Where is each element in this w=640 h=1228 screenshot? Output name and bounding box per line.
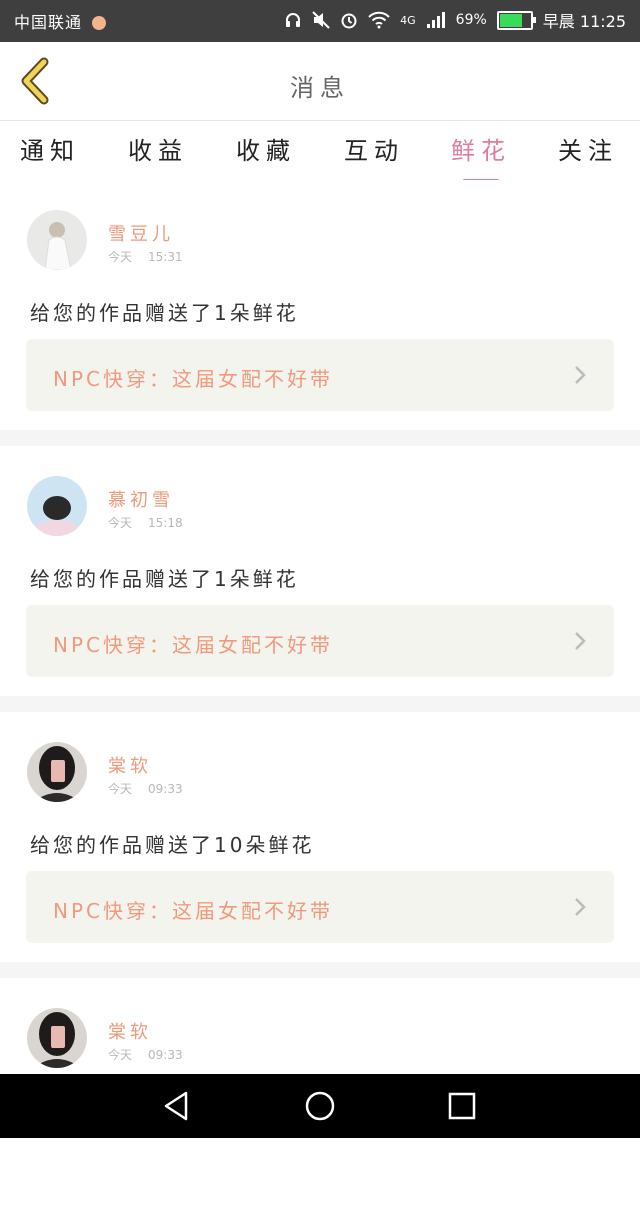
tab-label: 关注 (558, 137, 618, 165)
nav-back-button[interactable] (158, 1088, 194, 1124)
wifi-icon (368, 11, 390, 29)
circle-home-icon (305, 1091, 335, 1121)
tab-label: 收藏 (236, 137, 296, 165)
chevron-right-icon (575, 632, 586, 650)
avatar[interactable] (27, 210, 87, 270)
tab-notice[interactable]: 通知 (0, 131, 100, 166)
timestamp: 今天 09:33 (108, 1046, 199, 1063)
divider (0, 430, 640, 446)
carrier-name: 中国联通 (14, 13, 83, 32)
list-item: 雪豆儿 今天 15:31 给您的作品赠送了1朵鲜花 NPC快穿：这届女配不好带 (0, 180, 640, 430)
time-label: 15:18 (148, 516, 183, 530)
mute-icon (312, 11, 330, 29)
tab-label: 鲜花 (451, 137, 511, 165)
tab-label: 通知 (20, 137, 80, 165)
signal-icon (426, 12, 445, 28)
avatar[interactable] (27, 742, 87, 802)
network-type: 4G (400, 13, 416, 27)
battery-icon (496, 10, 536, 30)
battery-fill (499, 13, 522, 27)
nav-recents-button[interactable] (444, 1088, 480, 1124)
notification-icon (92, 16, 107, 30)
list-item: 慕初雪 今天 15:18 给您的作品赠送了1朵鲜花 NPC快穿：这届女配不好带 (0, 446, 640, 696)
chevron-right-icon (575, 898, 586, 916)
work-link[interactable]: NPC快穿：这届女配不好带 (26, 605, 614, 677)
system-nav-bar (0, 1074, 640, 1138)
tab-following[interactable]: 关注 (538, 131, 638, 166)
message-text: 给您的作品赠送了10朵鲜花 (30, 833, 315, 857)
carrier-label: 中国联通 (14, 9, 107, 33)
work-link[interactable]: NPC快穿：这届女配不好带 (26, 339, 614, 411)
work-title: NPC快穿：这届女配不好带 (53, 633, 333, 657)
status-icons: 4G 69% 早晨 11:25 (284, 8, 626, 32)
divider (0, 962, 640, 978)
tab-label: 互动 (344, 137, 404, 165)
headphone-icon (286, 13, 301, 27)
avatar[interactable] (27, 476, 87, 536)
alarm-icon (341, 13, 357, 29)
message-list: 雪豆儿 今天 15:31 给您的作品赠送了1朵鲜花 NPC快穿：这届女配不好带 慕… (0, 180, 640, 1228)
page-title: 消息 (290, 74, 350, 102)
tab-label: 收益 (128, 137, 188, 165)
chevron-right-icon (575, 366, 586, 384)
tab-interactions[interactable]: 互动 (324, 131, 424, 166)
triangle-back-icon (164, 1091, 188, 1121)
message-text: 给您的作品赠送了1朵鲜花 (30, 567, 299, 591)
work-link[interactable]: NPC快穿：这届女配不好带 (26, 871, 614, 943)
avatar[interactable] (27, 1008, 87, 1068)
battery-percent: 69% (455, 12, 487, 28)
work-title: NPC快穿：这届女配不好带 (53, 367, 333, 391)
day-label: 今天 (108, 1048, 133, 1062)
time-label: 09:33 (148, 782, 183, 796)
day-label: 今天 (108, 250, 133, 264)
tab-flowers[interactable]: 鲜花 (431, 131, 531, 182)
tab-favorites[interactable]: 收藏 (216, 131, 316, 166)
status-bar: 中国联通 4G 69% 早晨 11:25 (0, 0, 640, 42)
day-label: 今天 (108, 782, 133, 796)
list-item: 棠软 今天 09:33 给您的作品赠送了10朵鲜花 NPC快穿：这届女配不好带 (0, 712, 640, 962)
time-label: 15:31 (148, 250, 183, 264)
timestamp: 今天 09:33 (108, 780, 199, 797)
user-name[interactable]: 棠软 (108, 752, 152, 778)
work-title: NPC快穿：这届女配不好带 (53, 899, 333, 923)
clock: 早晨 11:25 (542, 12, 626, 31)
user-name[interactable]: 棠软 (108, 1018, 152, 1044)
timestamp: 今天 15:31 (108, 248, 199, 265)
timestamp: 今天 15:18 (108, 514, 199, 531)
nav-home-button[interactable] (302, 1088, 338, 1124)
app-header: 消息 (0, 42, 640, 121)
message-text: 给您的作品赠送了1朵鲜花 (30, 301, 299, 325)
divider (0, 696, 640, 712)
time-label: 09:33 (148, 1048, 183, 1062)
tab-bar: 通知 收益 收藏 互动 鲜花 关注 (0, 121, 640, 182)
day-label: 今天 (108, 516, 133, 530)
user-name[interactable]: 慕初雪 (108, 486, 174, 512)
user-name[interactable]: 雪豆儿 (108, 220, 174, 246)
square-recents-icon (448, 1092, 476, 1120)
tab-earnings[interactable]: 收益 (108, 131, 208, 166)
